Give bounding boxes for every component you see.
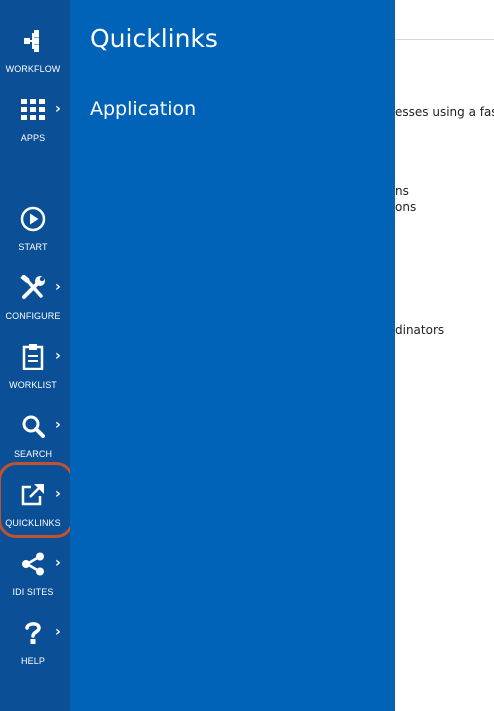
chevron-right-icon: › — [55, 417, 61, 433]
sidebar-item-workflow[interactable]: WORKFLOW — [0, 20, 70, 84]
sidebar-item-start[interactable]: START — [0, 198, 70, 262]
sidebar-item-label: CONFIGURE — [5, 311, 61, 321]
chevron-right-icon: › — [55, 101, 61, 117]
sidebar-item-configure[interactable]: › CONFIGURE — [0, 267, 70, 331]
quicklinks-highlight-ring — [0, 462, 74, 538]
chevron-right-icon: › — [55, 279, 61, 295]
sidebar-item-label: IDI SITES — [12, 587, 54, 597]
sidebar-item-label: HELP — [21, 656, 45, 666]
page-header-divider — [395, 39, 494, 40]
play-icon — [0, 204, 66, 234]
sidebar-item-idi-sites[interactable]: › IDI SITES — [0, 543, 70, 607]
workflow-icon — [0, 26, 66, 56]
sidebar-item-label: WORKLIST — [9, 380, 57, 390]
sidebar-item-worklist[interactable]: › WORKLIST — [0, 336, 70, 400]
chevron-right-icon: › — [55, 348, 61, 364]
background-text: ns — [395, 184, 409, 198]
sidebar-item-help[interactable]: › HELP — [0, 612, 70, 676]
quicklinks-flyout: Quicklinks Application — [70, 0, 395, 711]
quicklink-application[interactable]: Application — [90, 98, 196, 120]
sidebar-nav: WORKFLOW › APPS START › CONFIGURE › WORK… — [0, 0, 74, 711]
sidebar-item-search[interactable]: › SEARCH — [0, 405, 70, 469]
sidebar-item-label: START — [18, 242, 48, 252]
chevron-right-icon: › — [55, 624, 61, 640]
sidebar-item-label: SEARCH — [13, 449, 53, 459]
chevron-right-icon: › — [55, 555, 61, 571]
sidebar-item-apps[interactable]: › APPS — [0, 89, 70, 153]
background-text: dinators — [395, 323, 445, 337]
sidebar-item-label: APPS — [20, 133, 46, 143]
background-text: esses using a fast a — [395, 105, 494, 119]
background-text: ons — [395, 200, 417, 214]
flyout-title: Quicklinks — [90, 24, 218, 53]
sidebar-item-label: WORKFLOW — [5, 64, 61, 74]
